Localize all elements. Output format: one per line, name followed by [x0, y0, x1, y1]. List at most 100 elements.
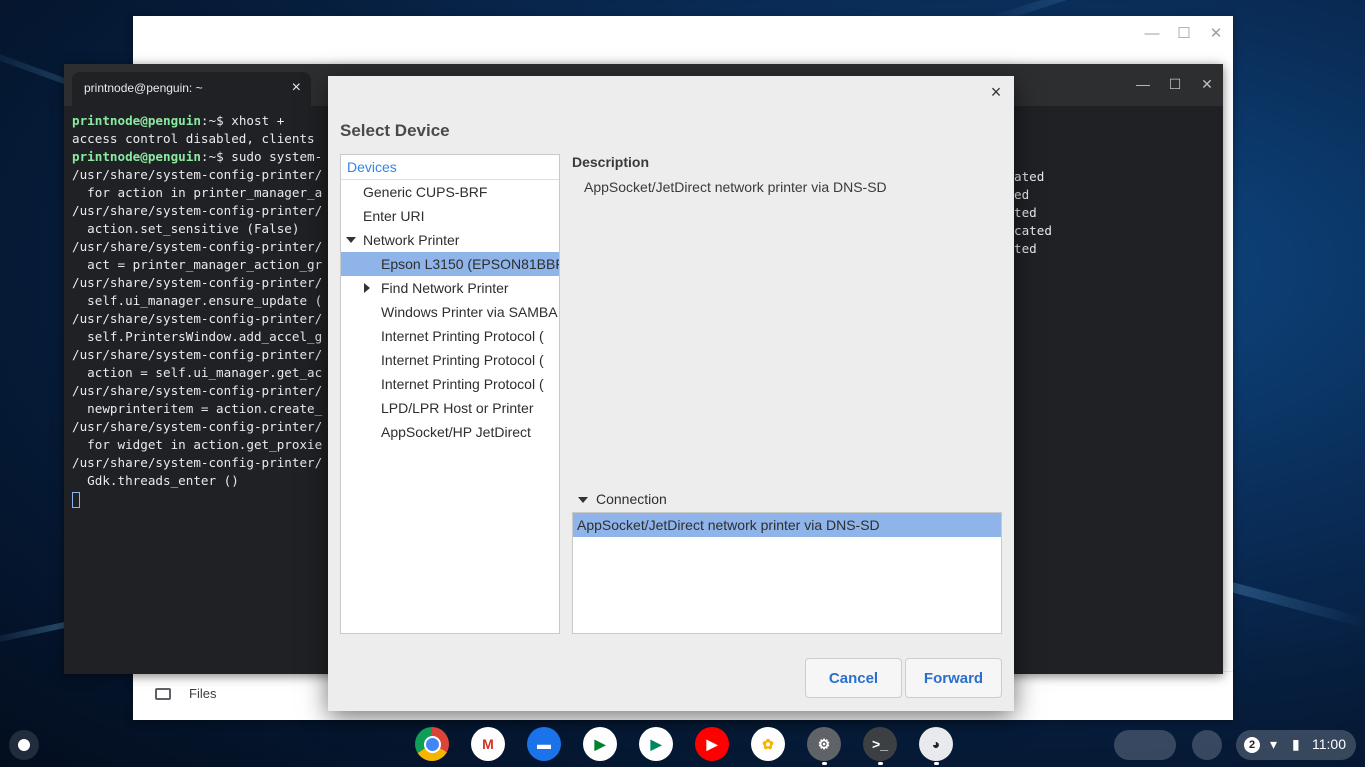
status-area[interactable]: 2 ▾ ▮ 11:00	[1236, 730, 1356, 760]
folder-icon	[155, 688, 171, 700]
close-icon[interactable]: ✕	[1207, 25, 1225, 43]
chrome-icon-glyph	[415, 727, 449, 761]
settings-icon[interactable]: ⚙	[807, 727, 841, 761]
device-item[interactable]: Internet Printing Protocol (	[341, 324, 559, 348]
device-tree[interactable]: Devices Generic CUPS-BRF Enter URI Network…	[340, 154, 560, 634]
terminal-icon-glyph: >_	[872, 736, 888, 752]
terminal-output[interactable]: printnode@penguin:~$ xhost + access contr…	[72, 112, 322, 508]
play-store-icon[interactable]: ▶	[639, 727, 673, 761]
device-item-label: Network Printer	[363, 232, 460, 248]
running-indicator	[934, 762, 939, 765]
phone-hub-icon[interactable]	[1192, 730, 1222, 760]
terminal-line: /usr/share/system-config-printer/	[72, 239, 323, 254]
device-item-label: Windows Printer via SAMBA	[381, 304, 558, 320]
terminal-line: /usr/share/system-config-printer/	[72, 311, 323, 326]
device-item-label: Internet Printing Protocol (	[381, 328, 544, 344]
device-item-label: Generic CUPS-BRF	[363, 184, 488, 200]
device-item[interactable]: Network Printer	[341, 228, 559, 252]
minimize-icon[interactable]: —	[1134, 76, 1152, 92]
terminal-line: self.ui_manager.ensure_update (	[72, 293, 323, 308]
launcher-button[interactable]	[9, 730, 39, 760]
google-photos-icon[interactable]: ✿	[751, 727, 785, 761]
maximize-icon[interactable]: ☐	[1175, 25, 1193, 43]
terminal-line: /usr/share/system-config-printer/	[72, 455, 323, 470]
penguin-icon[interactable]: ◕	[919, 727, 953, 761]
terminal-line: self.PrintersWindow.add_accel_g	[72, 329, 323, 344]
devices-column-header[interactable]: Devices	[341, 155, 559, 180]
settings-icon-glyph: ⚙	[817, 735, 831, 752]
device-item-label: Internet Printing Protocol (	[381, 376, 544, 392]
device-item-label: Internet Printing Protocol (	[381, 352, 544, 368]
google-meet-icon[interactable]: ▶	[583, 727, 617, 761]
files-footer-label[interactable]: Files	[189, 686, 216, 701]
dialog-title: Select Device	[340, 121, 450, 140]
chrome-icon[interactable]	[415, 727, 449, 761]
files-app-icon-glyph: ▬	[537, 736, 551, 752]
expander-down-icon	[578, 497, 588, 503]
terminal-line-fragment: ated	[1014, 169, 1045, 184]
terminal-line-fragment: ed	[1014, 187, 1030, 202]
connection-expander[interactable]: Connection	[578, 491, 667, 507]
expander-right-icon[interactable]	[364, 283, 370, 293]
expander-down-icon[interactable]	[346, 237, 356, 243]
terminal-tab[interactable]: printnode@penguin: ~ ×	[72, 72, 311, 106]
terminal-line: /usr/share/system-config-printer/	[72, 167, 323, 182]
device-item[interactable]: Epson L3150 (EPSON81BBF	[341, 252, 559, 276]
device-item[interactable]: LPD/LPR Host or Printer	[341, 396, 559, 420]
youtube-icon-glyph: ▶	[706, 735, 718, 752]
terminal-line: for widget in action.get_proxie	[72, 437, 323, 452]
device-item-label: LPD/LPR Host or Printer	[381, 400, 534, 416]
device-item[interactable]: AppSocket/HP JetDirect	[341, 420, 559, 444]
terminal-line: /usr/share/system-config-printer/	[72, 203, 323, 218]
terminal-line: printnode@penguin:~$ xhost +	[72, 112, 322, 130]
forward-button[interactable]: Forward	[905, 658, 1002, 698]
device-item[interactable]: Internet Printing Protocol (	[341, 372, 559, 396]
terminal-line: /usr/share/system-config-printer/	[72, 383, 323, 398]
google-meet-icon-glyph: ▶	[594, 735, 606, 752]
running-indicator	[878, 762, 883, 765]
terminal-line: action.set_sensitive (False)	[72, 221, 300, 236]
device-item[interactable]: Find Network Printer	[341, 276, 559, 300]
device-item-label: AppSocket/HP JetDirect	[381, 424, 531, 440]
device-item[interactable]: Enter URI	[341, 204, 559, 228]
wifi-icon: ▾	[1270, 736, 1278, 752]
running-indicator	[822, 762, 827, 765]
tray-holding-space[interactable]	[1114, 730, 1176, 760]
prompt-command: xhost +	[223, 113, 285, 128]
device-item-label: Epson L3150 (EPSON81BBF	[381, 256, 560, 272]
notification-count: 2	[1244, 737, 1260, 753]
terminal-line: for action in printer_manager_a	[72, 185, 323, 200]
minimize-icon[interactable]: —	[1143, 25, 1161, 43]
terminal-icon[interactable]: >_	[863, 727, 897, 761]
terminal-line-fragment: ted	[1014, 241, 1037, 256]
terminal-line: /usr/share/system-config-printer/	[72, 347, 323, 362]
gmail-icon[interactable]: M	[471, 727, 505, 761]
clock: 11:00	[1312, 736, 1346, 752]
close-icon[interactable]: ×	[987, 82, 1005, 103]
play-store-icon-glyph: ▶	[650, 735, 662, 752]
connection-list[interactable]: AppSocket/JetDirect network printer via …	[572, 512, 1002, 634]
connection-item[interactable]: AppSocket/JetDirect network printer via …	[573, 513, 1001, 537]
files-app-icon[interactable]: ▬	[527, 727, 561, 761]
description-heading: Description	[572, 154, 650, 170]
close-icon[interactable]: ✕	[1198, 76, 1216, 93]
battery-icon: ▮	[1292, 736, 1300, 752]
device-item[interactable]: Internet Printing Protocol (	[341, 348, 559, 372]
prompt-user: printnode@penguin	[72, 149, 201, 164]
connection-heading: Connection	[596, 491, 667, 507]
terminal-line: access control disabled, clients	[72, 131, 315, 146]
close-tab-icon[interactable]: ×	[292, 79, 301, 97]
terminal-line: newprinteritem = action.create_	[72, 401, 323, 416]
youtube-icon[interactable]: ▶	[695, 727, 729, 761]
device-item[interactable]: Windows Printer via SAMBA	[341, 300, 559, 324]
gmail-icon-glyph: M	[482, 736, 494, 752]
terminal-line-fragment: cated	[1014, 223, 1052, 238]
maximize-icon[interactable]: ☐	[1166, 76, 1184, 93]
device-item[interactable]: Generic CUPS-BRF	[341, 180, 559, 204]
prompt-suffix: :~$	[200, 149, 224, 164]
description-text: AppSocket/JetDirect network printer via …	[584, 179, 887, 195]
cancel-button[interactable]: Cancel	[805, 658, 902, 698]
prompt-suffix: :~$	[200, 113, 224, 128]
terminal-line: Gdk.threads_enter ()	[72, 473, 239, 488]
penguin-icon-glyph: ◕	[931, 736, 941, 752]
